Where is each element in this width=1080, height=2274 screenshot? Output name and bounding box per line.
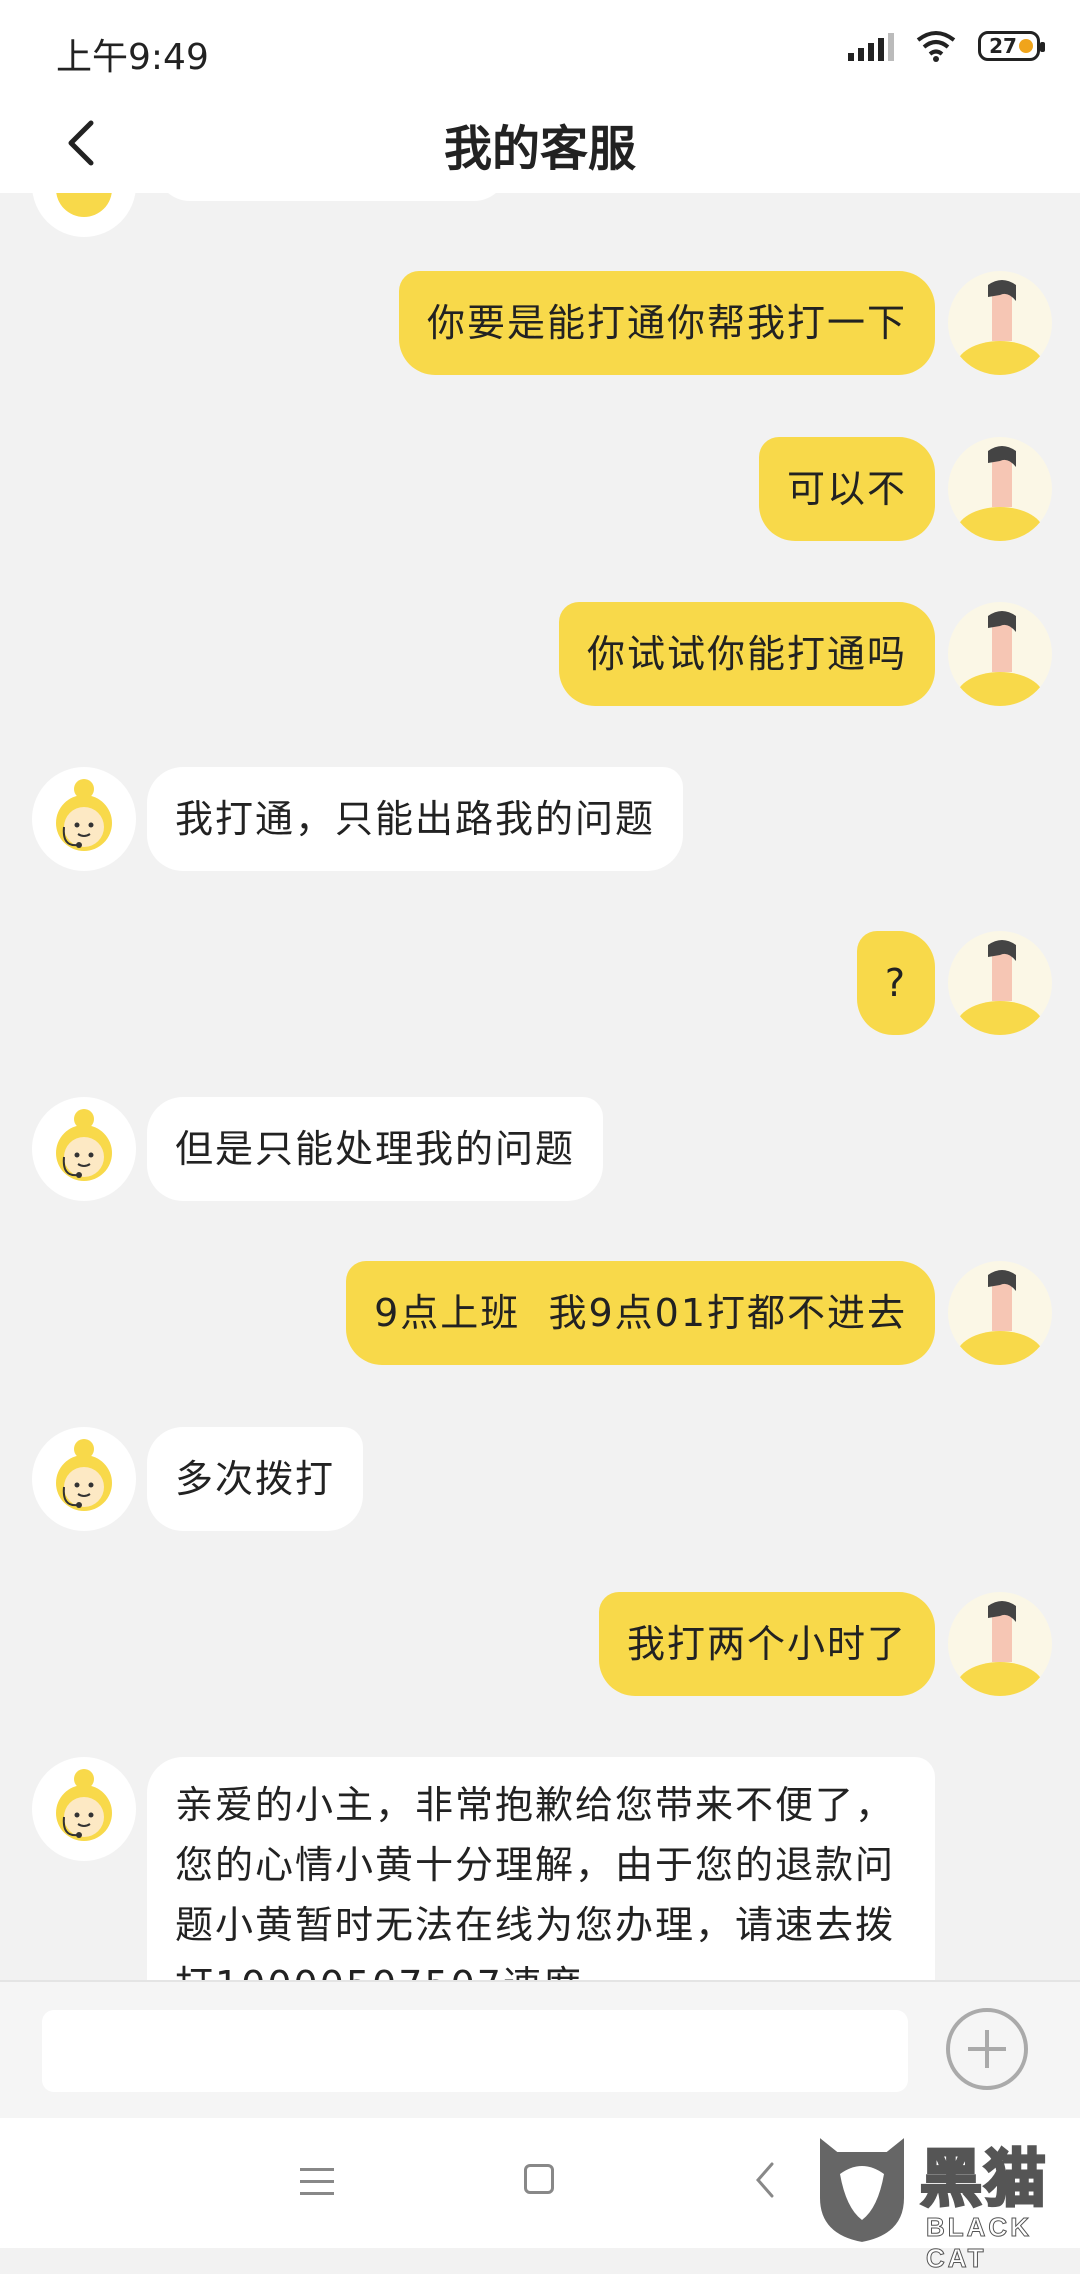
user-avatar	[948, 1261, 1052, 1365]
user-avatar	[948, 437, 1052, 541]
message-bubble-agent: 亲爱的小主，非常抱歉给您带来不便了，您的心情小黄十分理解，由于您的退款问题小黄暂…	[147, 1757, 935, 1980]
plus-button[interactable]	[946, 2008, 1028, 2090]
agent-avatar-icon	[56, 1439, 112, 1511]
wifi-icon	[916, 31, 956, 62]
chat-area[interactable]: 你要是能打通你帮我打一下 可以不 你试试你能打通吗 我打通，只能出路我的问题 ?…	[0, 193, 1080, 1980]
input-bar	[0, 1980, 1080, 2120]
home-icon[interactable]	[524, 2164, 554, 2194]
agent-avatar	[32, 1757, 136, 1861]
agent-avatar	[32, 193, 136, 237]
agent-avatar-icon	[56, 1769, 112, 1841]
user-avatar-icon	[956, 940, 1044, 1035]
message-input[interactable]	[42, 2010, 908, 2092]
user-avatar-icon	[956, 280, 1044, 375]
menu-icon[interactable]	[300, 2168, 334, 2196]
user-avatar	[948, 602, 1052, 706]
message-bubble-user: 可以不	[758, 437, 935, 541]
watermark-subtext: BLACK CAT	[926, 2212, 1032, 2274]
black-cat-logo-icon	[816, 2129, 908, 2246]
user-avatar	[948, 931, 1052, 1035]
message-bubble-user: 你试试你能打通吗	[558, 602, 935, 706]
battery-level: 27	[989, 34, 1017, 58]
message-bubble-user: 9点上班 我9点01打都不进去	[346, 1261, 935, 1365]
agent-avatar-icon	[56, 1109, 112, 1181]
status-time: 上午9:49	[56, 37, 209, 78]
signal-icon	[848, 31, 894, 61]
message-bubble-agent: 我打通，只能出路我的问题	[147, 767, 684, 871]
agent-avatar	[32, 767, 136, 871]
user-avatar-icon	[956, 1270, 1044, 1365]
message-bubble-user: 你要是能打通你帮我打一下	[398, 271, 935, 375]
watermark: 黑猫 BLACK CAT	[808, 2128, 1080, 2274]
battery-icon: 27	[978, 31, 1045, 61]
agent-avatar-icon	[56, 779, 112, 851]
user-avatar-icon	[956, 611, 1044, 706]
message-bubble-agent: 多次拨打	[147, 1427, 364, 1531]
message-bubble-agent: 但是只能处理我的问题	[147, 1097, 604, 1201]
agent-avatar	[32, 1427, 136, 1531]
message-bubble-user: 我打两个小时了	[598, 1592, 935, 1696]
user-avatar-icon	[956, 1601, 1044, 1696]
status-icons: 27	[848, 30, 1045, 62]
agent-avatar	[32, 1097, 136, 1201]
watermark-text: 黑猫	[918, 2141, 1049, 2217]
back-nav-icon[interactable]	[752, 2160, 776, 2200]
header: 我的客服	[0, 95, 1080, 193]
user-avatar-icon	[956, 446, 1044, 541]
message-bubble-user: ?	[856, 931, 935, 1035]
page-title: 我的客服	[443, 121, 636, 177]
user-avatar	[948, 271, 1052, 375]
agent-avatar-icon	[56, 193, 112, 217]
message-bubble-partial	[156, 193, 508, 201]
status-bar: 上午9:49 27	[0, 0, 1080, 95]
user-avatar	[948, 1592, 1052, 1696]
